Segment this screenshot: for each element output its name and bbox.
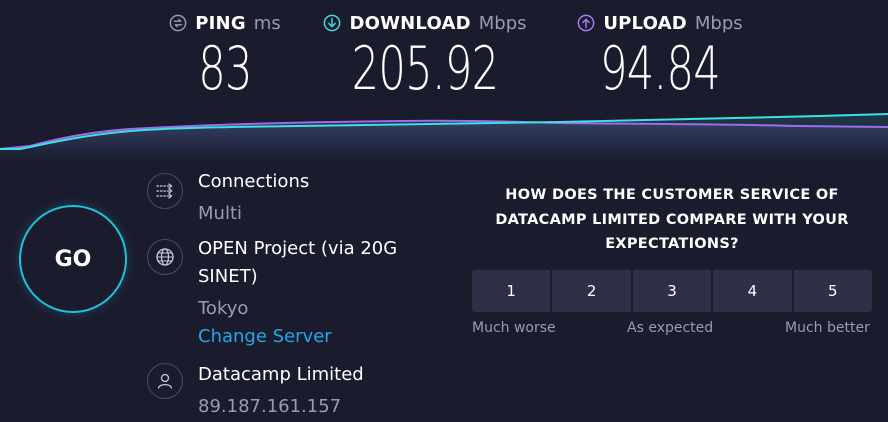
globe-icon (147, 239, 183, 275)
upload-unit: Mbps (694, 12, 743, 34)
rating-button-2[interactable]: 2 (552, 270, 631, 312)
upload-label: UPLOAD (603, 12, 687, 34)
ping-icon (169, 14, 187, 32)
rating-button-1[interactable]: 1 (472, 270, 551, 312)
provider-info: Datacamp Limited 89.187.161.157 (198, 361, 364, 421)
server-location: Tokyo (198, 298, 249, 319)
upload-metric: UPLOAD Mbps 94.84 (570, 10, 750, 102)
provider-ip: 89.187.161.157 (198, 396, 342, 417)
provider-name: Datacamp Limited (198, 364, 364, 385)
upload-header: UPLOAD Mbps (570, 10, 750, 36)
go-button-label: GO (54, 246, 92, 272)
survey-question: HOW DOES THE CUSTOMER SERVICE OF DATACAM… (472, 183, 872, 257)
download-metric: DOWNLOAD Mbps 205.92 (320, 10, 530, 102)
download-unit: Mbps (478, 12, 527, 34)
ping-metric: PING ms 83 (160, 10, 290, 102)
rating-high-label: Much better (785, 320, 870, 336)
survey-question-line2: DATACAMP LIMITED COMPARE WITH YOUR (495, 211, 849, 228)
go-button[interactable]: GO (19, 205, 127, 313)
ping-unit: ms (253, 12, 281, 34)
rating-button-3[interactable]: 3 (632, 270, 712, 312)
ping-label: PING (195, 12, 246, 34)
upload-arrow-icon (577, 14, 595, 32)
ping-value: 83 (198, 34, 252, 104)
server-info: OPEN Project (via 20G SINET) Tokyo Chang… (198, 235, 397, 351)
rating-low-label: Much worse (472, 320, 556, 336)
rating-button-4[interactable]: 4 (713, 270, 792, 312)
download-header: DOWNLOAD Mbps (320, 10, 530, 36)
upload-value: 94.84 (599, 34, 721, 104)
download-label: DOWNLOAD (349, 12, 471, 34)
server-name-line2: SINET) (198, 266, 258, 287)
rating-mid-label: As expected (627, 320, 714, 336)
change-server-link[interactable]: Change Server (198, 323, 397, 351)
rating-button-5[interactable]: 5 (793, 270, 873, 312)
connections-value: Multi (198, 203, 242, 224)
user-icon (147, 363, 183, 399)
connections-info: Connections Multi (198, 168, 309, 228)
survey-question-line3: EXPECTATIONS? (605, 236, 739, 252)
ping-header: PING ms (160, 10, 290, 36)
connections-title: Connections (198, 171, 310, 192)
rating-scale: 1 2 3 4 5 (472, 270, 873, 312)
download-value: 205.92 (351, 34, 500, 104)
server-name-line1: OPEN Project (via 20G (198, 238, 398, 259)
speed-graph (0, 113, 888, 160)
connections-icon (147, 173, 183, 209)
download-arrow-icon (324, 14, 341, 32)
survey-question-line1: HOW DOES THE CUSTOMER SERVICE OF (505, 187, 839, 203)
